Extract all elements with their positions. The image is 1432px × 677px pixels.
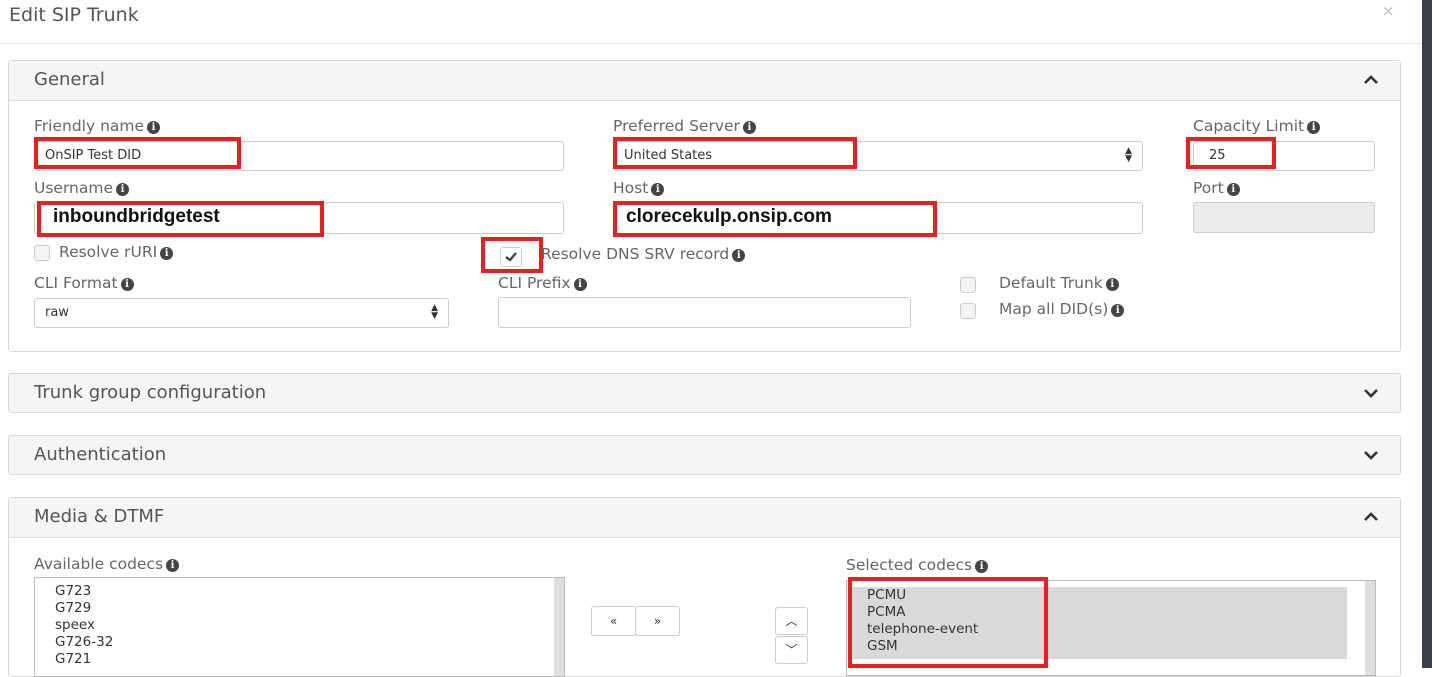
authentication-panel-header[interactable]: Authentication <box>8 435 1401 475</box>
header-divider <box>0 43 1422 44</box>
map-all-did-label: Map all DID(s) i <box>999 300 1125 318</box>
info-icon[interactable]: i <box>116 183 130 196</box>
port-label: Port i <box>1193 179 1240 197</box>
move-down-button[interactable]: ﹀ <box>775 636 808 664</box>
map-all-did-checkbox[interactable] <box>960 303 976 319</box>
info-icon[interactable]: i <box>1226 183 1240 196</box>
port-input <box>1193 202 1375 233</box>
info-icon[interactable]: i <box>120 278 134 291</box>
dialog-title: Edit SIP Trunk <box>9 4 139 26</box>
scrollbar[interactable] <box>1365 581 1375 675</box>
general-panel-header[interactable]: General <box>9 61 1400 101</box>
list-item[interactable]: G726-32 <box>55 634 113 651</box>
media-panel-header[interactable]: Media & DTMF <box>9 498 1400 538</box>
resolve-dns-label: Resolve DNS SRV record i <box>541 245 746 263</box>
cli-prefix-label: CLI Prefix i <box>498 274 587 292</box>
highlight-box <box>848 577 1048 668</box>
info-icon[interactable]: i <box>166 559 180 572</box>
chevron-down-icon[interactable] <box>1364 450 1378 462</box>
info-icon[interactable]: i <box>160 247 174 260</box>
username-value: inboundbridgetest <box>53 206 220 227</box>
info-icon[interactable]: i <box>975 560 989 573</box>
chevron-down-icon[interactable] <box>1364 388 1378 400</box>
highlight-box <box>34 137 241 169</box>
close-icon[interactable]: × <box>1382 2 1395 20</box>
selected-codecs-label: Selected codecs i <box>846 556 989 574</box>
available-codecs-label: Available codecs i <box>34 555 180 573</box>
resolve-ruri-label: Resolve rURI i <box>59 243 174 261</box>
panel-title: General <box>34 69 105 90</box>
list-item[interactable]: speex <box>55 617 113 634</box>
cli-prefix-input[interactable] <box>498 297 911 328</box>
cli-format-label: CLI Format i <box>34 274 134 292</box>
info-icon[interactable]: i <box>1307 121 1321 134</box>
list-item[interactable]: G721 <box>55 651 113 668</box>
preferred-server-label: Preferred Server i <box>613 117 756 135</box>
chevron-up-icon[interactable] <box>1364 75 1378 87</box>
host-label: Host i <box>613 179 665 197</box>
move-up-button[interactable]: ︿ <box>775 607 808 635</box>
panel-title: Media & DTMF <box>34 506 165 527</box>
info-icon[interactable]: i <box>742 121 756 134</box>
capacity-limit-label: Capacity Limit i <box>1193 117 1321 135</box>
cli-format-select[interactable]: raw ▲ ▼ <box>34 298 449 328</box>
username-label: Username i <box>34 179 130 197</box>
window-edge <box>1422 0 1432 668</box>
highlight-box <box>613 137 857 169</box>
resolve-ruri-checkbox[interactable] <box>34 245 50 261</box>
friendly-name-label: Friendly name i <box>34 117 161 135</box>
info-icon[interactable]: i <box>147 121 161 134</box>
info-icon[interactable]: i <box>573 278 587 291</box>
panel-title: Authentication <box>34 444 167 465</box>
default-trunk-label: Default Trunk i <box>999 274 1119 292</box>
highlight-box <box>1186 137 1276 169</box>
trunk-group-panel-header[interactable]: Trunk group configuration <box>8 373 1401 413</box>
info-icon[interactable]: i <box>1105 278 1119 291</box>
default-trunk-checkbox[interactable] <box>960 277 976 293</box>
list-item[interactable]: G723 <box>55 583 113 600</box>
info-icon[interactable]: i <box>651 183 665 196</box>
chevron-up-icon[interactable] <box>1364 512 1378 524</box>
scrollbar[interactable] <box>554 578 564 676</box>
panel-title: Trunk group configuration <box>34 382 267 403</box>
host-value: clorecekulp.onsip.com <box>626 206 832 227</box>
info-icon[interactable]: i <box>1111 304 1125 317</box>
list-item[interactable]: G729 <box>55 600 113 617</box>
highlight-box <box>481 237 543 273</box>
info-icon[interactable]: i <box>732 249 746 262</box>
move-left-button[interactable]: « <box>591 606 636 636</box>
available-codecs-list[interactable]: G723 G729 speex G726-32 G721 <box>34 577 565 677</box>
move-right-button[interactable]: » <box>635 606 680 636</box>
